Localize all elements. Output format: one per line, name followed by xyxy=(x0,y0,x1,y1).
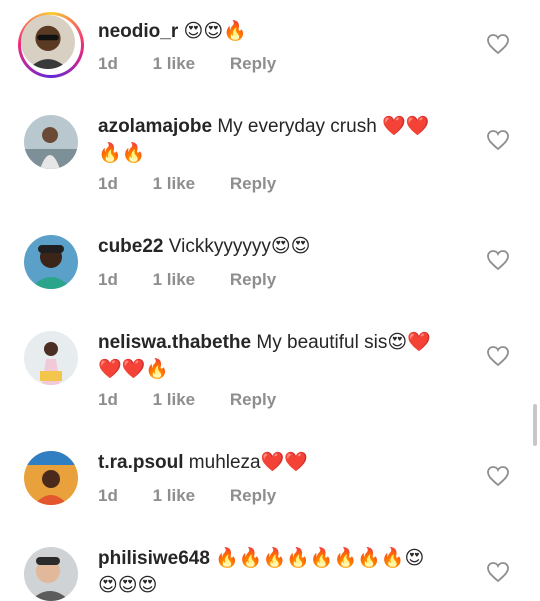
comment-likes[interactable]: 1 like xyxy=(153,270,196,289)
comment-time[interactable]: 1d xyxy=(98,486,118,505)
comment-text: philisiwe648 🔥🔥🔥🔥🔥🔥🔥🔥😍 😍😍😍 xyxy=(98,545,468,599)
reply-button[interactable]: Reply xyxy=(230,390,276,409)
heart-icon[interactable] xyxy=(486,561,510,583)
comment-likes[interactable]: 1 like xyxy=(153,174,196,193)
comment-time[interactable]: 1d xyxy=(98,390,118,409)
comment-likes[interactable]: 1 like xyxy=(153,54,196,73)
story-ring[interactable] xyxy=(18,12,84,78)
comment-emoji-line2: 🔥🔥 xyxy=(98,142,146,164)
avatar[interactable] xyxy=(24,331,78,385)
heart-icon[interactable] xyxy=(486,345,510,367)
avatar[interactable] xyxy=(24,547,78,601)
comment-text: cube22 Vickkyyyyyy😍😍 xyxy=(98,233,468,260)
comment-time[interactable]: 1d xyxy=(98,270,118,289)
comment-meta: 1d 1 like Reply xyxy=(98,390,306,410)
comment-likes[interactable]: 1 like xyxy=(153,486,196,505)
comment-text: neodio_r 😍😍🔥 xyxy=(98,18,468,45)
avatar[interactable] xyxy=(21,15,75,69)
comment-body: My everyday crush xyxy=(217,116,377,137)
comment-emoji: 😍😍🔥 xyxy=(183,20,247,42)
comment-time[interactable]: 1d xyxy=(98,54,118,73)
comment-username[interactable]: t.ra.psoul xyxy=(98,452,184,473)
comment-text: t.ra.psoul muhleza❤️❤️ xyxy=(98,449,468,476)
avatar[interactable] xyxy=(24,235,78,289)
comment-emoji: ❤️❤️ xyxy=(382,115,430,137)
comment-emoji-line2: 😍😍😍 xyxy=(98,574,158,596)
comment-text: azolamajobe My everyday crush ❤️❤️ 🔥🔥 xyxy=(98,113,468,167)
scrollbar[interactable] xyxy=(533,404,537,446)
heart-icon[interactable] xyxy=(486,465,510,487)
reply-button[interactable]: Reply xyxy=(230,270,276,289)
comment-username[interactable]: neliswa.thabethe xyxy=(98,332,251,353)
reply-button[interactable]: Reply xyxy=(230,54,276,73)
comment-username[interactable]: philisiwe648 xyxy=(98,548,210,569)
heart-icon[interactable] xyxy=(486,33,510,55)
comment-likes[interactable]: 1 like xyxy=(153,390,196,409)
comment-emoji: 😍❤️ xyxy=(387,331,431,353)
comment-body: Vickkyyyyyy xyxy=(168,236,271,257)
comment-body: muhleza xyxy=(188,452,261,473)
comment-emoji-line2: ❤️❤️🔥 xyxy=(98,358,169,380)
comment-meta: 1d 1 like Reply xyxy=(98,174,306,194)
comment-username[interactable]: azolamajobe xyxy=(98,116,212,137)
reply-button[interactable]: Reply xyxy=(230,174,276,193)
heart-icon[interactable] xyxy=(486,129,510,151)
comment-emoji: 🔥🔥🔥🔥🔥🔥🔥🔥😍 xyxy=(215,547,425,569)
comment-username[interactable]: cube22 xyxy=(98,236,163,257)
comment-meta: 1d 1 like Reply xyxy=(98,486,306,506)
comment-body: My beautiful sis xyxy=(256,332,388,353)
avatar[interactable] xyxy=(24,451,78,505)
heart-icon[interactable] xyxy=(486,249,510,271)
reply-button[interactable]: Reply xyxy=(230,486,276,505)
comment-meta: 1d 1 like Reply xyxy=(98,54,306,74)
comment-text: neliswa.thabethe My beautiful sis😍❤️ ❤️❤… xyxy=(98,329,468,383)
comment-username[interactable]: neodio_r xyxy=(98,21,178,42)
comment-time[interactable]: 1d xyxy=(98,174,118,193)
avatar[interactable] xyxy=(24,115,78,169)
comment-meta: 1d 1 like Reply xyxy=(98,270,306,290)
comment-emoji: 😍😍 xyxy=(270,235,311,257)
comment-emoji: ❤️❤️ xyxy=(260,451,308,473)
